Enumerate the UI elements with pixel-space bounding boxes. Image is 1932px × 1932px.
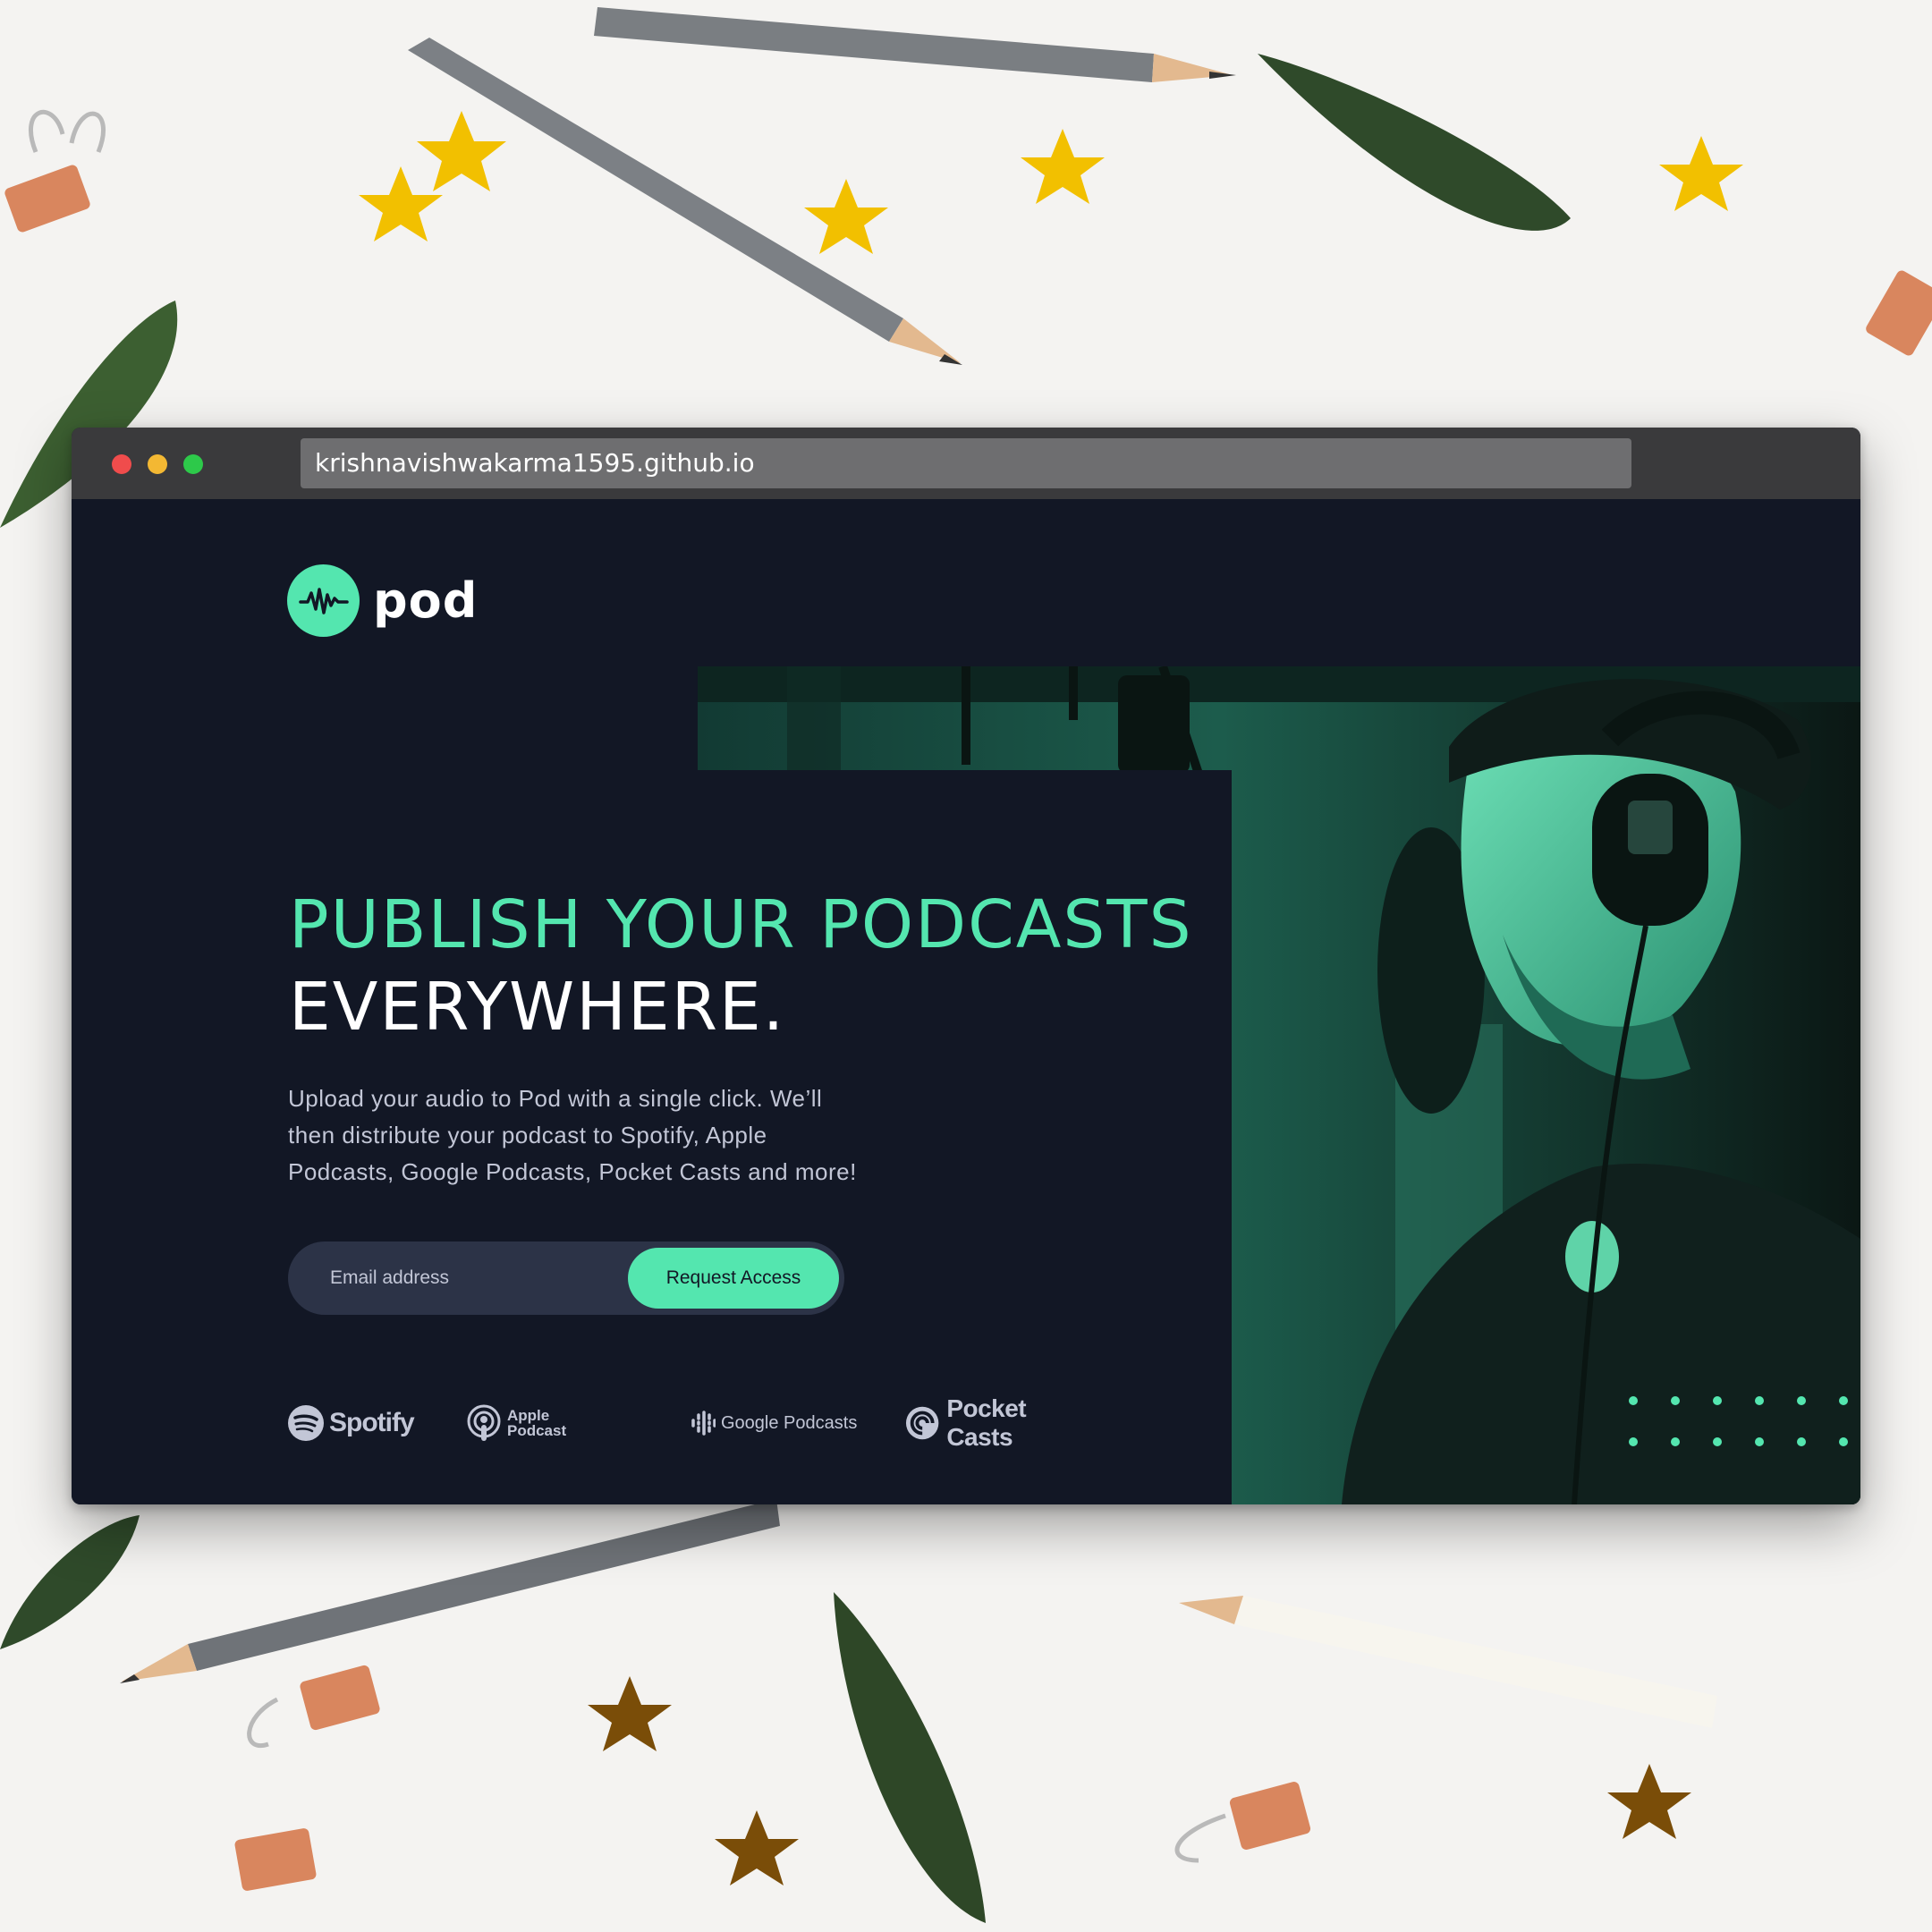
star (804, 179, 888, 254)
minimize-window-button[interactable] (148, 454, 167, 474)
address-bar[interactable]: krishnavishwakarma1595.github.io (301, 438, 1631, 488)
star (588, 1676, 672, 1751)
hero-headline: PUBLISH YOUR PODCASTS EVERYWHERE. (289, 884, 1193, 1048)
leaf (0, 1515, 140, 1649)
binder-clip (300, 1665, 380, 1731)
request-access-button[interactable]: Request Access (628, 1248, 839, 1309)
leaf (1258, 54, 1571, 231)
browser-toolbar: krishnavishwakarma1595.github.io (72, 428, 1860, 499)
pencil-top (594, 7, 1236, 82)
spotify-icon (288, 1405, 324, 1441)
google-podcasts-icon (691, 1411, 716, 1436)
platform-name-line-1: Apple (507, 1407, 550, 1424)
binder-clip (4, 165, 90, 233)
email-input[interactable] (288, 1241, 628, 1315)
platform-spotify[interactable]: Spotify (287, 1396, 415, 1450)
platform-name-line-2: Podcast (507, 1422, 567, 1439)
landing-page: pod PUBLISH YOUR PODCASTS EVERYWHERE. Up… (72, 499, 1860, 1504)
star (359, 166, 443, 242)
pencil-bottom-left (120, 1499, 780, 1683)
close-window-button[interactable] (112, 454, 131, 474)
platform-google-podcasts[interactable]: Google Podcasts (691, 1396, 857, 1450)
platform-pocket-casts[interactable]: Pocket Casts (905, 1394, 1092, 1451)
platform-name: Pocket Casts (946, 1394, 1027, 1451)
platform-name: Spotify (329, 1408, 415, 1437)
headline-line-2: EVERYWHERE. (289, 969, 786, 1046)
star (1021, 129, 1105, 204)
pencil-white (1179, 1596, 1717, 1728)
binder-clip (234, 1828, 317, 1891)
star (1659, 136, 1743, 211)
platform-logos: Spotify Apple Podcast Google Podcasts Po… (287, 1394, 1092, 1451)
binder-clip (1229, 1782, 1311, 1850)
waveform-icon (287, 564, 360, 637)
pocket-casts-icon (905, 1406, 939, 1440)
binder-clip (1866, 270, 1932, 356)
headline-line-1: PUBLISH YOUR PODCASTS (289, 886, 1193, 963)
star (417, 111, 506, 191)
brand-name: pod (373, 572, 479, 629)
brand-logo[interactable]: pod (287, 563, 478, 638)
star (1607, 1764, 1691, 1839)
platform-name: Google Podcasts (721, 1412, 858, 1433)
apple-podcasts-icon (467, 1404, 501, 1441)
pencil-diagonal (408, 38, 962, 365)
leaf (834, 1592, 986, 1923)
browser-window: krishnavishwakarma1595.github.io pod PUB… (72, 428, 1860, 1504)
early-access-form: Request Access (288, 1241, 844, 1315)
platform-apple-podcasts[interactable]: Apple Podcast (466, 1396, 566, 1450)
star (715, 1810, 799, 1885)
platform-name: Apple Podcast (507, 1408, 566, 1438)
maximize-window-button[interactable] (183, 454, 203, 474)
hero-description: Upload your audio to Pod with a single c… (288, 1085, 857, 1185)
dot-pattern (1629, 1396, 1848, 1446)
